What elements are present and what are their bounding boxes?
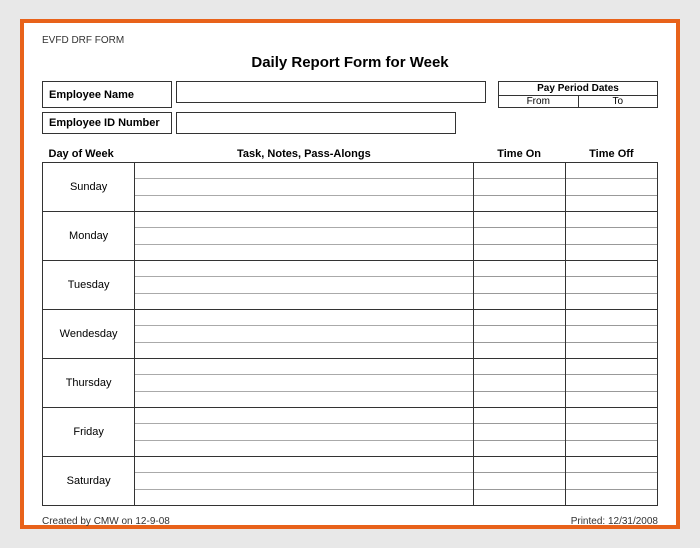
- col-header-task: Task, Notes, Pass-Alongs: [135, 146, 473, 163]
- time-on-cell[interactable]: [473, 457, 565, 506]
- task-cell[interactable]: [135, 261, 473, 310]
- pay-period-block: Pay Period Dates From To: [498, 81, 658, 108]
- spacer: [490, 81, 494, 108]
- time-on-cell[interactable]: [473, 212, 565, 261]
- day-cell: Thursday: [43, 359, 135, 408]
- col-header-timeon: Time On: [473, 146, 565, 163]
- to-label: To: [579, 96, 658, 107]
- employee-id-label: Employee ID Number: [42, 112, 172, 134]
- time-off-cell[interactable]: [565, 359, 657, 408]
- time-on-cell[interactable]: [473, 261, 565, 310]
- time-on-cell[interactable]: [473, 310, 565, 359]
- task-cell[interactable]: [135, 163, 473, 212]
- pay-period-cols: From To: [499, 96, 657, 107]
- pay-period-label: Pay Period Dates: [499, 82, 657, 96]
- day-cell: Friday: [43, 408, 135, 457]
- col-header-timeoff: Time Off: [565, 146, 657, 163]
- time-on-cell[interactable]: [473, 359, 565, 408]
- task-cell[interactable]: [135, 457, 473, 506]
- time-off-cell[interactable]: [565, 163, 657, 212]
- time-off-cell[interactable]: [565, 261, 657, 310]
- footer: Created by CMW on 12-9-08 Printed: 12/31…: [42, 516, 658, 527]
- report-table: Day of Week Task, Notes, Pass-Alongs Tim…: [42, 146, 658, 506]
- employee-name-label: Employee Name: [42, 81, 172, 108]
- table-row: Wendesday: [43, 310, 658, 359]
- col-header-day: Day of Week: [43, 146, 135, 163]
- time-on-cell[interactable]: [473, 408, 565, 457]
- time-on-cell[interactable]: [473, 163, 565, 212]
- day-cell: Wendesday: [43, 310, 135, 359]
- time-off-cell[interactable]: [565, 457, 657, 506]
- day-cell: Saturday: [43, 457, 135, 506]
- day-cell: Monday: [43, 212, 135, 261]
- day-cell: Sunday: [43, 163, 135, 212]
- table-row: Friday: [43, 408, 658, 457]
- table-row: Saturday: [43, 457, 658, 506]
- time-off-cell[interactable]: [565, 408, 657, 457]
- table-row: Thursday: [43, 359, 658, 408]
- day-cell: Tuesday: [43, 261, 135, 310]
- footer-created: Created by CMW on 12-9-08: [42, 516, 170, 527]
- form-top-label: EVFD DRF FORM: [42, 35, 658, 46]
- footer-printed: Printed: 12/31/2008: [571, 516, 658, 527]
- header-row-1: Employee Name Pay Period Dates From To: [42, 81, 658, 108]
- task-cell[interactable]: [135, 408, 473, 457]
- task-cell[interactable]: [135, 310, 473, 359]
- form-container: EVFD DRF FORM Daily Report Form for Week…: [20, 19, 680, 529]
- form-title: Daily Report Form for Week: [42, 54, 658, 71]
- table-row: Tuesday: [43, 261, 658, 310]
- time-off-cell[interactable]: [565, 212, 657, 261]
- header-row-2: Employee ID Number: [42, 112, 658, 134]
- employee-name-input[interactable]: [176, 81, 486, 103]
- time-off-cell[interactable]: [565, 310, 657, 359]
- task-cell[interactable]: [135, 359, 473, 408]
- table-row: Monday: [43, 212, 658, 261]
- from-label: From: [499, 96, 579, 107]
- table-row: Sunday: [43, 163, 658, 212]
- task-cell[interactable]: [135, 212, 473, 261]
- employee-id-input[interactable]: [176, 112, 456, 134]
